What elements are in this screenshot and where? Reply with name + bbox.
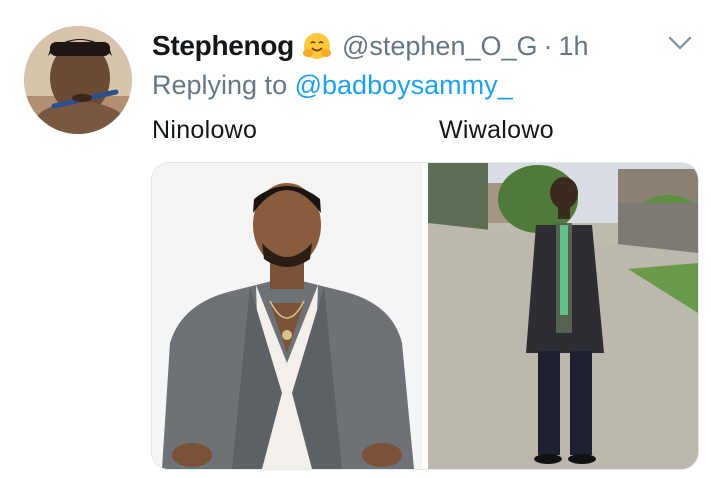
display-name[interactable]: Stephenog bbox=[152, 30, 294, 62]
avatar-image bbox=[24, 26, 132, 134]
tweet-header: Stephenog @stephen_O_G · 1h bbox=[152, 28, 589, 64]
avatar[interactable] bbox=[24, 26, 132, 134]
chevron-down-icon bbox=[668, 36, 692, 50]
handle[interactable]: @stephen_O_G bbox=[342, 31, 538, 62]
media-grid bbox=[151, 162, 699, 470]
hugging-face-emoji-icon bbox=[302, 31, 332, 61]
reply-context: Replying to @badboysammy_ bbox=[152, 70, 513, 101]
photo-man-in-grey-suit bbox=[152, 163, 422, 469]
tweet[interactable]: Stephenog @stephen_O_G · 1h Replying to … bbox=[0, 0, 711, 478]
caption-left: Ninolowo bbox=[152, 116, 258, 144]
reply-to-user-link[interactable]: @badboysammy_ bbox=[295, 70, 513, 100]
photo-young-man-outdoors bbox=[428, 163, 698, 469]
separator-dot: · bbox=[543, 30, 553, 61]
media-photo-right[interactable] bbox=[428, 163, 698, 469]
caption-right: Wiwalowo bbox=[439, 116, 554, 144]
timestamp[interactable]: 1h bbox=[559, 31, 589, 62]
tweet-menu-button[interactable] bbox=[665, 30, 695, 56]
media-photo-left[interactable] bbox=[152, 163, 422, 469]
reply-prefix: Replying to bbox=[152, 70, 288, 100]
